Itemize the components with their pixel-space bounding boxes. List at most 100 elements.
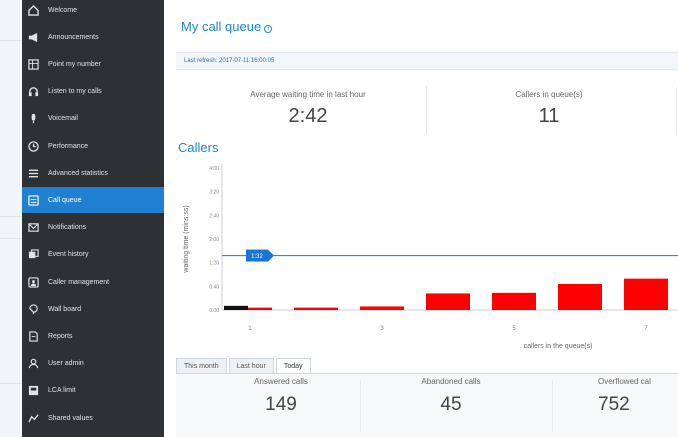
- bar: [558, 283, 602, 310]
- page-title: My call queue i: [181, 19, 273, 34]
- sidebar-item-call-queue[interactable]: Call queue: [22, 187, 164, 214]
- phone-queue-icon: [26, 193, 40, 207]
- average-wait-tag-label: 1:32: [251, 254, 263, 260]
- last-refresh-text: Last refresh: 2017-07-11 16:00:05: [184, 58, 275, 64]
- sidebar-item-listen-to-my-calls[interactable]: Listen to my calls: [22, 79, 164, 105]
- sidebar-item-announcements[interactable]: Announcements: [22, 24, 164, 50]
- bar: [624, 278, 668, 310]
- y-tick-label: 1:20: [209, 261, 219, 267]
- list-icon: [26, 166, 40, 180]
- contacts-icon: [26, 275, 40, 289]
- monitor-icon: [26, 302, 40, 316]
- sidebar-item-label: Advanced statistics: [48, 169, 108, 177]
- sidebar-item-label: LCA limit: [48, 387, 76, 395]
- left-panel-edge: [0, 0, 22, 437]
- headset-icon: [26, 85, 40, 99]
- first-bar-marker: [224, 305, 248, 310]
- sidebar-item-event-history[interactable]: Event history: [22, 242, 164, 268]
- tab-today[interactable]: Today: [275, 358, 311, 374]
- x-axis-label: callers in the queue(s): [524, 343, 593, 350]
- y-tick-label: 0.00: [209, 308, 219, 314]
- bar: [426, 293, 470, 310]
- tab-this-month[interactable]: This month: [176, 358, 227, 374]
- callers-in-queue-value: 11: [538, 105, 560, 127]
- page-title-text: My call queue: [181, 19, 262, 34]
- sidebar-item-notifications[interactable]: Notifications: [22, 215, 164, 241]
- clock-icon: [26, 139, 40, 153]
- envelope-icon: [26, 221, 40, 235]
- x-tick-label: 5: [512, 326, 516, 332]
- sidebar-item-label: User admin: [48, 360, 84, 368]
- sidebar-item-label: Caller management: [48, 278, 110, 286]
- main-content: My call queue i Last refresh: 2017-07-11 …: [164, 0, 678, 437]
- overflowed-calls-stat: Overflowed cal 752: [576, 377, 678, 416]
- sidebar: Welcome Announcements Point my number Liste…: [22, 0, 164, 437]
- y-tick-label: 0:40: [209, 284, 219, 290]
- answered-calls-value: 149: [265, 394, 297, 415]
- report-icon: [26, 329, 40, 343]
- avg-waiting-value: 2:42: [288, 105, 328, 127]
- sidebar-item-label: Performance: [48, 142, 89, 150]
- abandoned-calls-value: 45: [440, 394, 462, 415]
- tab-last-hour[interactable]: Last hour: [228, 358, 274, 374]
- sidebar-item-advanced-statistics[interactable]: Advanced statistics: [22, 160, 164, 186]
- sidebar-item-reports[interactable]: Reports: [22, 323, 164, 349]
- overflowed-calls-value: 752: [598, 394, 630, 415]
- stat-divider: [676, 86, 677, 134]
- home-icon: [26, 3, 40, 17]
- abandoned-calls-stat: Abandoned calls 45: [376, 377, 526, 416]
- grid-icon: [26, 57, 40, 71]
- sidebar-item-performance[interactable]: Performance: [22, 133, 164, 159]
- refresh-bar: Last refresh: 2017-07-11 16:00:05: [176, 52, 678, 70]
- period-stats-panel: Answered calls 149 Abandoned calls 45 Ov…: [176, 374, 678, 437]
- period-tabs: This month Last hour Today: [176, 358, 313, 374]
- history-icon: [26, 248, 40, 262]
- x-tick-label: 1: [248, 326, 252, 332]
- sidebar-item-label: Listen to my calls: [48, 88, 102, 96]
- x-tick-label: 7: [644, 326, 648, 332]
- average-wait-tag-arrow: [268, 249, 274, 262]
- answered-calls-stat: Answered calls 149: [206, 377, 356, 416]
- sidebar-item-label: Welcome: [48, 6, 78, 14]
- sidebar-item-label: Wall board: [48, 305, 82, 313]
- y-axis-label: waiting time (mins:ss): [183, 205, 190, 273]
- avg-waiting-label: Average waiting time in last hour: [250, 90, 366, 99]
- sidebar-item-user-admin[interactable]: User admin: [22, 351, 164, 377]
- sidebar-item-shared-values[interactable]: Shared values: [22, 405, 164, 431]
- bar: [360, 306, 404, 310]
- bar: [492, 292, 536, 310]
- y-tick-label: 4:00: [209, 166, 219, 172]
- answered-calls-label: Answered calls: [254, 377, 308, 386]
- sidebar-item-wall-board[interactable]: Wall board: [22, 296, 164, 322]
- sidebar-item-label: Point my number: [48, 60, 101, 68]
- callers-chart-title: Callers: [178, 140, 219, 155]
- limit-icon: [26, 384, 40, 398]
- x-tick-label: 3: [380, 326, 384, 332]
- microphone-icon: [26, 112, 40, 126]
- megaphone-icon: [26, 30, 40, 44]
- sidebar-item-lca-limit[interactable]: LCA limit: [22, 378, 164, 404]
- stat-divider: [360, 380, 361, 432]
- bar: [294, 307, 338, 310]
- callers-in-queue-label: Callers in queue(s): [515, 90, 583, 99]
- info-icon[interactable]: i: [264, 25, 273, 33]
- avg-waiting-stat: Average waiting time in last hour 2:42: [218, 90, 398, 128]
- sidebar-item-label: Shared values: [48, 414, 93, 422]
- sidebar-item-label: Reports: [48, 332, 73, 340]
- y-tick-label: 2:00: [209, 237, 219, 243]
- sidebar-item-label: Voicemail: [48, 115, 78, 123]
- user-icon: [26, 357, 40, 371]
- sidebar-item-caller-management[interactable]: Caller management: [22, 269, 164, 295]
- sidebar-item-label: Announcements: [48, 33, 99, 41]
- sidebar-item-point-my-number[interactable]: Point my number: [22, 51, 164, 77]
- abandoned-calls-label: Abandoned calls: [421, 377, 481, 386]
- sidebar-item-label: Notifications: [48, 224, 87, 232]
- sidebar-item-welcome[interactable]: Welcome: [22, 0, 164, 23]
- callers-chart: 0.00 0:40 1:20 2:00 2:40 3:20 4:00 waiting time…: [183, 164, 678, 350]
- share-icon: [26, 411, 40, 425]
- y-tick-label: 3:20: [209, 190, 219, 196]
- stat-divider: [426, 86, 427, 134]
- y-tick-label: 2:40: [209, 213, 219, 219]
- callers-in-queue-stat: Callers in queue(s) 11: [464, 90, 634, 128]
- sidebar-item-voicemail[interactable]: Voicemail: [22, 106, 164, 132]
